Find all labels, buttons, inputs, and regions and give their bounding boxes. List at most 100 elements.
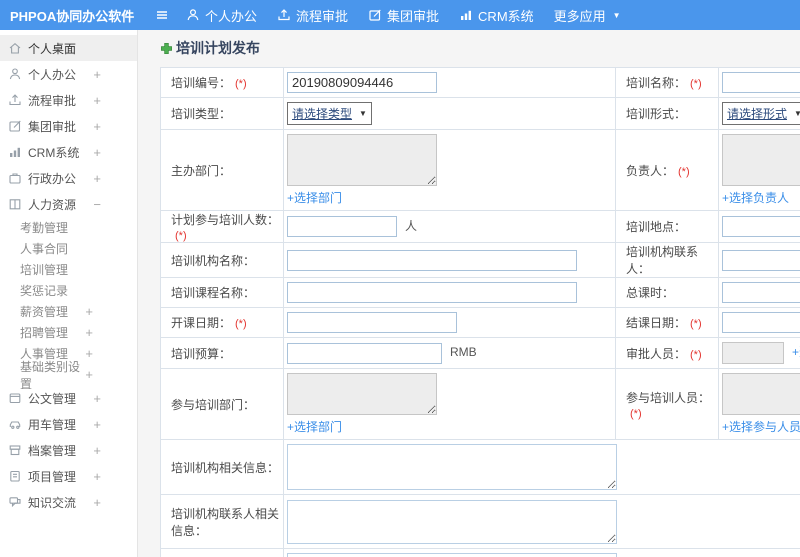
sidebar-subitem-base-categories[interactable]: 基础类别设置 + [0,360,137,391]
currency-suffix: RMB [450,345,477,360]
participants-box[interactable] [722,373,800,415]
course-name-input[interactable] [287,282,577,303]
field-label: 负责人： [626,163,675,178]
leader-box[interactable] [722,134,800,186]
sidebar-item-group-approval[interactable]: 集团审批 + [0,113,137,139]
start-date-input[interactable] [287,312,457,333]
nav-group-approval[interactable]: 集团审批 [368,6,439,25]
select-department-link[interactable]: +选择部门 [287,418,342,435]
sidebar-item-label: 集团审批 [28,119,77,134]
sidebar-subitem-attendance[interactable]: 考勤管理 [0,217,137,238]
expand-sign: + [85,325,93,340]
training-number-input[interactable] [287,72,437,93]
training-form-select[interactable]: 请选择形式 ▼ [722,102,800,125]
sidebar-subitem-hr-contract[interactable]: 人事合同 [0,238,137,259]
sidebar-item-personal-desktop[interactable]: 个人桌面 [0,35,137,61]
field-label: 培训机构联系人相关信息： [171,506,280,538]
sidebar-item-personal-office[interactable]: 个人办公 + [0,61,137,87]
user-icon [186,8,200,22]
select-leader-link[interactable]: +选择负责人 [722,189,789,206]
sidebar-item-projects[interactable]: 项目管理 + [0,463,137,489]
training-location-input[interactable] [722,216,800,237]
participating-departments-box[interactable] [287,373,437,415]
field-label: 培训类型： [171,107,232,121]
sidebar-subitem-label: 奖惩记录 [20,284,69,298]
total-hours-input[interactable] [722,282,800,303]
table-row: 培训编号：(*) 培训名称：(*) [160,67,800,98]
field-label: 总课时： [626,286,675,300]
nav-personal-office[interactable]: 个人办公 [186,6,257,25]
sidebar-item-hr[interactable]: 人力资源 − [0,191,137,217]
required-mark: (*) [235,78,247,90]
sidebar-item-admin-office[interactable]: 行政办公 + [0,165,137,191]
hamburger-menu-icon[interactable] [154,7,170,23]
upload-icon [277,8,291,22]
training-type-select[interactable]: 请选择类型 ▼ [287,102,372,125]
sidebar-subitem-label: 人事合同 [20,242,69,256]
end-date-input[interactable] [722,312,800,333]
edit-icon [368,8,382,22]
nav-more-apps[interactable]: 更多应用 ▼ [554,6,621,25]
upload-icon [8,93,23,107]
field-label: 参与培训人员： [626,390,711,405]
sidebar-subitem-label: 基础类别设置 [20,359,81,391]
expand-sign: + [85,346,93,361]
expand-sign: + [93,92,101,108]
sidebar-item-label: 个人办公 [28,67,77,82]
field-label: 培训机构相关信息： [171,460,280,475]
sidebar-item-workflow-approval[interactable]: 流程审批 + [0,87,137,113]
field-label: 培训地点： [626,220,687,234]
contact-info-textarea[interactable] [287,499,617,544]
field-label: 培训机构联系人： [626,245,699,276]
sidebar-subitem-label: 薪资管理 [20,305,69,319]
sidebar-subitem-recruiting[interactable]: 招聘管理 + [0,322,137,343]
sidebar-subitem-label: 培训管理 [20,263,69,277]
briefcase-icon [8,171,23,185]
budget-input[interactable] [287,342,442,364]
training-requirements-textarea[interactable] [287,553,617,557]
select-approver-link[interactable]: +选择审批人员 [792,345,800,359]
institution-name-input[interactable] [287,249,577,271]
sidebar-item-knowledge[interactable]: 知识交流 + [0,489,137,515]
app-brand: PHPOA协同办公软件 [10,8,135,24]
nav-workflow-approval[interactable]: 流程审批 [277,6,348,25]
table-row: 培训预算： RMB 审批人员：(*) +选择审批人员 [160,337,800,369]
select-participants-link[interactable]: +选择参与人员 [722,418,800,435]
sidebar-subitem-rewards[interactable]: 奖惩记录 [0,280,137,301]
table-row: 培训机构名称： 培训机构联系人： [160,242,800,278]
expand-sign: + [93,468,101,484]
sidebar-item-archives[interactable]: 档案管理 + [0,437,137,463]
nav-label: CRM系统 [478,8,534,24]
host-department-box[interactable] [287,134,437,186]
sidebar-item-label: 档案管理 [28,443,77,458]
page-title: 培训计划发布 [160,38,800,58]
collapse-sign: − [93,196,101,212]
car-icon [8,417,23,431]
planned-participants-input[interactable] [287,216,397,237]
sidebar-item-vehicles[interactable]: 用车管理 + [0,411,137,437]
table-row: 开课日期： (*) 结课日期： (*) [160,307,800,338]
sidebar-item-crm[interactable]: CRM系统 + [0,139,137,165]
sidebar-subitem-training[interactable]: 培训管理 [0,259,137,280]
main-content: 培训计划发布 培训编号：(*) 培训名称：(*) 培训类型： 请选择类型 ▼ [138,30,800,557]
table-row: 培训机构联系人相关信息： [160,494,800,549]
select-department-link[interactable]: +选择部门 [287,189,342,206]
sidebar-subitem-salary[interactable]: 薪资管理 + [0,301,137,322]
field-label: 培训名称： [626,76,687,90]
table-row: 参与培训部门： +选择部门 参与培训人员： (*) +选择参与人员 [160,368,800,440]
nav-crm-system[interactable]: CRM系统 [459,6,534,25]
expand-sign: + [93,118,101,134]
institution-contact-input[interactable] [722,249,800,271]
sidebar: 个人桌面 个人办公 + 流程审批 + 集团审批 + CRM系统 + 行政办公 +… [0,30,138,557]
select-arrow-icon: ▼ [794,109,800,118]
institution-info-textarea[interactable] [287,444,617,490]
training-name-input[interactable] [722,72,800,93]
field-label: 主办部门： [171,163,232,178]
field-label: 培训形式： [626,107,687,121]
sidebar-item-label: 公文管理 [28,391,77,406]
approver-box[interactable] [722,342,784,364]
table-row: 培训课程名称： 总课时： [160,277,800,308]
user-icon [8,67,23,81]
bar-chart-icon [459,8,473,22]
required-mark: (*) [690,78,702,90]
